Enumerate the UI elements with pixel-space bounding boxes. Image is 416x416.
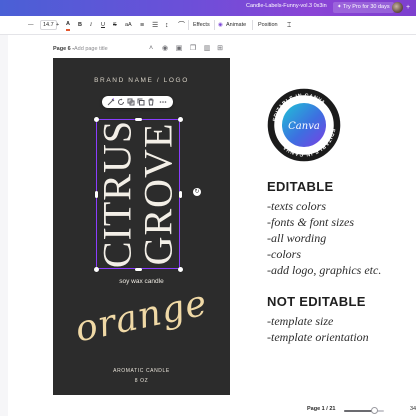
zoom-slider-fill xyxy=(344,410,374,412)
align-icon[interactable]: ≡ xyxy=(140,20,144,31)
zoom-slider[interactable] xyxy=(344,407,384,414)
more-options-icon[interactable] xyxy=(159,98,167,106)
element-context-menu xyxy=(102,96,173,108)
zoom-slider-thumb[interactable] xyxy=(370,407,378,414)
add-page-icon[interactable]: ⊞ xyxy=(216,45,224,53)
status-bar: Page 1 / 21 34 xyxy=(300,404,416,416)
font-size-input[interactable]: 14.7 xyxy=(40,20,57,30)
page-label: Page 6 - xyxy=(53,46,75,52)
not-editable-heading: NOT EDITABLE xyxy=(267,294,366,309)
lock-icon[interactable]: ▣ xyxy=(175,45,183,53)
not-editable-item: -template orientation xyxy=(267,330,369,344)
resize-handle[interactable] xyxy=(178,267,183,272)
page-header: Page 6 - Add page title ˄ ◉ ▣ ❐ ▥ ⊞ xyxy=(53,45,223,55)
text-color-icon[interactable]: A xyxy=(66,20,70,31)
editable-heading: EDITABLE xyxy=(267,179,334,194)
editable-item: -texts colors xyxy=(267,199,326,213)
user-avatar[interactable] xyxy=(392,2,403,13)
zoom-level[interactable]: 34 xyxy=(410,406,416,412)
letter-case-button[interactable]: aA xyxy=(125,20,132,31)
footer-line-aromatic[interactable]: AROMATIC CANDLE xyxy=(53,368,230,374)
bold-button[interactable]: B xyxy=(78,20,82,31)
page-title-input[interactable]: Add page title xyxy=(74,46,108,52)
duplicate-icon[interactable] xyxy=(137,98,145,106)
animate-icon[interactable]: ◉ xyxy=(218,20,223,31)
format-painter-icon[interactable]: ⌶ xyxy=(287,20,291,31)
strikethrough-button[interactable]: S xyxy=(113,20,117,31)
list-icon[interactable]: ☰ xyxy=(152,20,158,31)
brand-logo-text[interactable]: BRAND NAME / LOGO xyxy=(53,77,230,84)
group-icon[interactable] xyxy=(127,98,135,106)
footer-line-size[interactable]: 8 OZ xyxy=(53,378,230,384)
visibility-icon[interactable]: ◉ xyxy=(161,45,169,53)
top-bar: Candle-Labels-Funny-vol.3 0x3in ✦ Try Pr… xyxy=(0,0,416,16)
magic-edit-icon[interactable] xyxy=(107,98,115,106)
editable-item: -colors xyxy=(267,247,301,261)
italic-button[interactable]: I xyxy=(90,20,92,31)
effects-button[interactable]: Effects xyxy=(193,20,210,31)
duplicate-icon[interactable]: ❐ xyxy=(189,45,197,53)
font-size-increase-button[interactable]: + xyxy=(56,20,59,31)
rotate-icon[interactable] xyxy=(117,98,125,106)
editable-item: -fonts & font sizes xyxy=(267,215,355,229)
candle-label-page[interactable]: BRAND NAME / LOGO ↻ CITRUS GROVE soy wax… xyxy=(53,58,230,395)
resize-handle[interactable] xyxy=(135,268,142,271)
not-editable-item: -template size xyxy=(267,314,334,328)
toolbar-divider xyxy=(214,20,215,30)
toolbar-divider xyxy=(252,20,253,30)
page-indicator[interactable]: Page 1 / 21 xyxy=(307,406,335,412)
try-pro-button[interactable]: ✦ Try Pro for 30 days xyxy=(333,2,394,13)
spacing-icon[interactable]: ↕ xyxy=(165,20,169,31)
title-line-grove[interactable]: GROVE xyxy=(135,123,182,266)
editable-in-canva-badge: EDITABLE IN CANVA EDITABLE IN CANVA Canv… xyxy=(267,88,341,162)
editable-item: -all wording xyxy=(267,231,327,245)
font-size-decrease-button[interactable]: — xyxy=(28,20,34,31)
scent-script-text[interactable]: orange xyxy=(51,278,233,355)
position-button[interactable]: Position xyxy=(258,20,278,31)
underline-button[interactable]: U xyxy=(101,20,105,31)
text-toolbar: — 14.7 + A B I U S aA ≡ ☰ ↕ ⌒ Effects ◉ … xyxy=(0,16,416,35)
plus-icon[interactable]: + xyxy=(406,3,410,12)
title-line-citrus[interactable]: CITRUS xyxy=(94,120,141,268)
toolbar-divider xyxy=(188,20,189,30)
chevron-up-icon[interactable]: ˄ xyxy=(147,45,155,53)
canva-logo-text: Canva xyxy=(288,121,320,132)
left-ruler xyxy=(0,35,8,416)
rotate-handle-icon[interactable]: ↻ xyxy=(193,188,201,196)
delete-icon[interactable]: ▥ xyxy=(203,45,211,53)
document-title[interactable]: Candle-Labels-Funny-vol.3 0x3in xyxy=(246,3,327,9)
editable-item: -add logo, graphics etc. xyxy=(267,263,382,277)
animate-button[interactable]: Animate xyxy=(226,20,246,31)
curve-text-icon[interactable]: ⌒ xyxy=(178,20,185,31)
delete-icon[interactable] xyxy=(147,98,155,106)
resize-handle[interactable] xyxy=(178,117,183,122)
